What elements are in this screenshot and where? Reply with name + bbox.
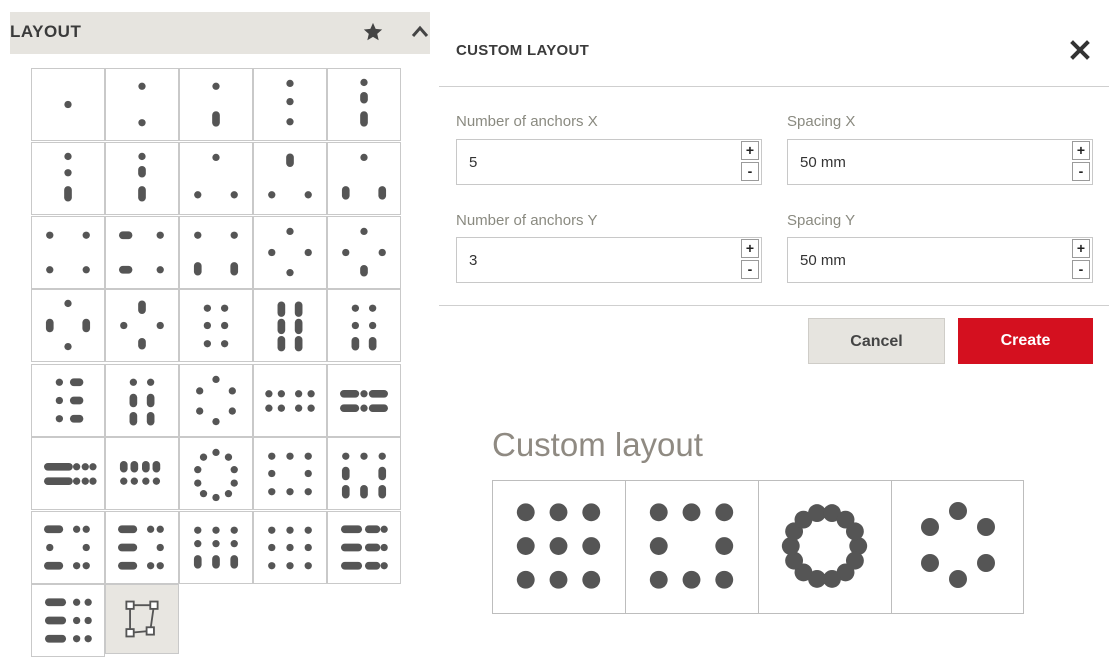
layout-option-diamond-pills-side[interactable] <box>31 289 105 362</box>
divider <box>439 305 1109 306</box>
anchors-x-decrement-button[interactable]: - <box>741 162 759 181</box>
layout-option-grid-pills-dots[interactable] <box>31 584 105 657</box>
layout-option-dot-over-pill[interactable] <box>179 68 253 141</box>
anchors-x-label: Number of anchors X <box>456 113 598 130</box>
anchors-y-input[interactable] <box>457 238 739 282</box>
layout-option-dots-pills-mixed[interactable] <box>327 289 401 362</box>
chevron-up-icon[interactable] <box>410 22 430 42</box>
layout-option-triangle-dots[interactable] <box>179 142 253 215</box>
spacing-x-input[interactable] <box>788 140 1070 184</box>
layout-option-pills-row-grid[interactable] <box>327 511 401 584</box>
layout-option-six-dots[interactable] <box>179 289 253 362</box>
anchors-x-field: + - <box>456 139 762 185</box>
layout-option-pills-2x3[interactable] <box>253 289 327 362</box>
layout-option-eight-dots[interactable] <box>253 364 327 437</box>
spacing-y-field: + - <box>787 237 1093 283</box>
layout-option-triangle-pill-bottom[interactable] <box>327 142 401 215</box>
layout-option-pills-mixed-frame[interactable] <box>105 511 179 584</box>
layout-option-grid-3x3-dots[interactable] <box>253 511 327 584</box>
layout-option-triangle-pill-top[interactable] <box>253 142 327 215</box>
layout-option-grid-mixed[interactable] <box>179 511 253 584</box>
preview-frame-3x3 <box>626 481 759 613</box>
anchors-y-stepper: + - <box>741 239 761 281</box>
layout-option-hexagon-dots[interactable] <box>179 364 253 437</box>
preview-grid-3x3 <box>493 481 626 613</box>
preview-ring <box>759 481 892 613</box>
spacing-x-increment-button[interactable]: + <box>1072 141 1090 160</box>
anchors-x-stepper: + - <box>741 141 761 183</box>
layout-option-ten-pills[interactable] <box>31 437 105 510</box>
layout-option-dot-pill-pill[interactable] <box>105 142 179 215</box>
spacing-y-input[interactable] <box>788 238 1070 282</box>
divider <box>439 86 1109 87</box>
layout-option-four-pill-bottom[interactable] <box>179 216 253 289</box>
layout-option-two-vertical[interactable] <box>105 68 179 141</box>
layout-option-diamond-pill-vertical[interactable] <box>105 289 179 362</box>
layout-option-pill-grid-2x3[interactable] <box>105 364 179 437</box>
layout-option-three-rows-pills[interactable] <box>31 364 105 437</box>
close-icon[interactable] <box>1068 38 1092 62</box>
spacing-x-stepper: + - <box>1072 141 1092 183</box>
layout-option-dot-dot-pill[interactable] <box>31 142 105 215</box>
star-icon[interactable] <box>362 21 384 43</box>
spacing-y-label: Spacing Y <box>787 212 856 229</box>
layout-option-frame-3x3[interactable] <box>253 437 327 510</box>
layout-option-pill-row-dots[interactable] <box>31 511 105 584</box>
layout-option-four-dots[interactable] <box>31 216 105 289</box>
layout-option-single[interactable] <box>31 68 105 141</box>
layout-option-pill-dot-pairs[interactable] <box>105 216 179 289</box>
custom-layout-icon[interactable] <box>105 584 179 654</box>
layout-option-three-vertical[interactable] <box>253 68 327 141</box>
layout-panel-header[interactable]: LAYOUT <box>10 12 430 54</box>
layout-option-pills-dots-rows[interactable] <box>105 437 179 510</box>
anchors-y-decrement-button[interactable]: - <box>741 260 759 279</box>
layout-option-diamond-dots[interactable] <box>253 216 327 289</box>
dialog-title: CUSTOM LAYOUT <box>456 42 590 59</box>
layout-option-pill-column[interactable] <box>327 68 401 141</box>
anchors-y-label: Number of anchors Y <box>456 212 598 229</box>
spacing-y-increment-button[interactable]: + <box>1072 239 1090 258</box>
layout-option-diamond-pill[interactable] <box>327 216 401 289</box>
anchors-y-increment-button[interactable]: + <box>741 239 759 258</box>
layout-option-ring-dots[interactable] <box>179 437 253 510</box>
spacing-y-stepper: + - <box>1072 239 1092 281</box>
anchors-x-input[interactable] <box>457 140 739 184</box>
anchors-x-increment-button[interactable]: + <box>741 141 759 160</box>
layout-option-ten-dots-pills[interactable] <box>327 364 401 437</box>
spacing-y-decrement-button[interactable]: - <box>1072 260 1090 279</box>
cancel-button[interactable]: Cancel <box>808 318 945 364</box>
create-button[interactable]: Create <box>958 318 1093 364</box>
preview-row <box>492 480 1024 614</box>
panel-title: LAYOUT <box>10 22 82 41</box>
spacing-x-label: Spacing X <box>787 113 856 130</box>
anchors-y-field: + - <box>456 237 762 283</box>
layout-option-frame-pills[interactable] <box>327 437 401 510</box>
spacing-x-decrement-button[interactable]: - <box>1072 162 1090 181</box>
spacing-x-field: + - <box>787 139 1093 185</box>
preview-title: Custom layout <box>492 426 703 463</box>
preview-hexagon <box>892 481 1025 613</box>
layout-grid <box>31 68 406 657</box>
